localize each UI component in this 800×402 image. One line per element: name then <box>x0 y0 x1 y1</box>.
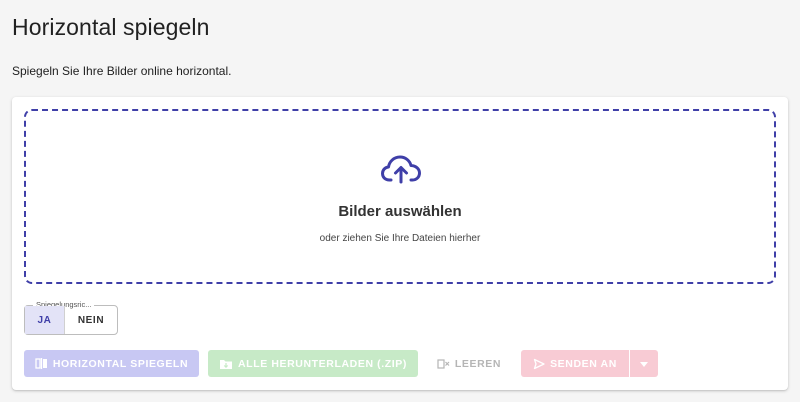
tool-card: Bilder auswählen oder ziehen Sie Ihre Da… <box>12 97 788 390</box>
toggle-yes[interactable]: JA <box>25 306 65 334</box>
mirror-horizontal-button[interactable]: HORIZONTAL SPIEGELN <box>24 350 199 377</box>
toggle-no[interactable]: NEIN <box>65 306 117 334</box>
clear-list-icon <box>437 358 450 370</box>
flip-horizontal-icon <box>35 357 48 370</box>
mirror-direction-toggle: JA NEIN <box>25 306 117 334</box>
page-title: Horizontal spiegeln <box>12 14 210 40</box>
page-subtitle: Spiegeln Sie Ihre Bilder online horizont… <box>12 64 232 78</box>
download-all-label: ALLE HERUNTERLADEN (.ZIP) <box>238 357 407 370</box>
folder-download-icon <box>219 358 233 370</box>
dropzone-hint: oder ziehen Sie Ihre Dateien hierher <box>319 233 481 244</box>
clear-label: LEEREN <box>454 357 502 370</box>
send-to-button[interactable]: SENDEN AN <box>521 350 629 377</box>
cloud-upload-icon <box>381 155 421 184</box>
mirror-direction-group: Spiegelungsric... JA NEIN <box>24 300 118 335</box>
dropzone-title: Bilder auswählen <box>338 203 462 220</box>
send-to-menu-button[interactable] <box>630 350 658 377</box>
send-icon <box>533 358 545 370</box>
file-dropzone[interactable]: Bilder auswählen oder ziehen Sie Ihre Da… <box>24 109 776 284</box>
send-to-label: SENDEN AN <box>550 357 617 370</box>
download-all-button[interactable]: ALLE HERUNTERLADEN (.ZIP) <box>208 350 418 377</box>
mirror-horizontal-label: HORIZONTAL SPIEGELN <box>52 357 189 370</box>
clear-button[interactable]: LEEREN <box>429 350 509 377</box>
chevron-down-icon <box>640 358 648 370</box>
